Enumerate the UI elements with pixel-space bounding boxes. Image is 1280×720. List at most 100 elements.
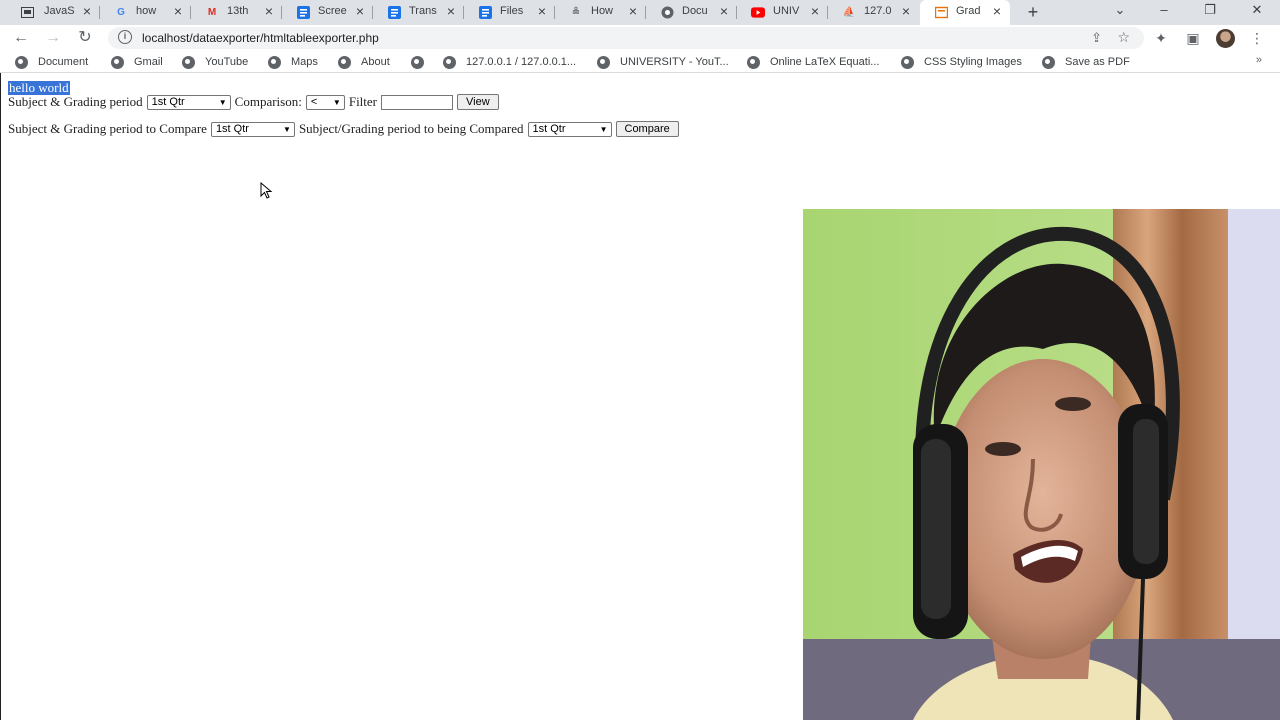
tab-univ[interactable]: UNIV ×	[737, 0, 828, 25]
globe-icon	[15, 55, 28, 69]
tab-files[interactable]: Files ×	[464, 0, 555, 25]
subject-select[interactable]: 1st Qtr ▼	[146, 94, 231, 110]
bookmark-phpmyadmin[interactable]: 127.0.0.1 / 127.0.0.1...	[443, 54, 576, 70]
filter-input[interactable]	[381, 94, 454, 110]
star-icon[interactable]: ☆	[1117, 29, 1130, 46]
close-icon[interactable]: ×	[899, 3, 913, 19]
forward-icon[interactable]: →	[43, 28, 63, 48]
tab-grad[interactable]: Grad ×	[920, 0, 1010, 25]
tab-how-2[interactable]: ≗ How ×	[555, 0, 646, 25]
close-icon[interactable]: ×	[990, 3, 1004, 19]
compare-select[interactable]: 1st Qtr ▼	[210, 121, 295, 137]
close-window-icon[interactable]: ✕	[1247, 2, 1267, 18]
comparison-select[interactable]: < ▼	[305, 94, 345, 110]
side-panel-icon[interactable]: ▣	[1183, 28, 1203, 48]
tab-title: Scree	[318, 5, 347, 17]
tab-title: 127.0	[864, 5, 892, 17]
compared-select-value: 1st Qtr	[532, 123, 566, 135]
close-icon[interactable]: ×	[626, 3, 640, 19]
bookmark-css-images[interactable]: CSS Styling Images	[901, 54, 1022, 70]
bookmark-latex[interactable]: Online LaTeX Equati...	[747, 54, 879, 70]
docs-icon	[478, 5, 492, 19]
bookmark-label: 127.0.0.1 / 127.0.0.1...	[466, 56, 577, 68]
code-icon	[20, 5, 34, 19]
close-icon[interactable]: ×	[353, 3, 367, 19]
google-icon: G	[117, 6, 125, 18]
close-icon[interactable]: ×	[717, 3, 731, 19]
globe-icon	[268, 55, 281, 69]
globe-icon	[660, 5, 674, 19]
bookmark-university[interactable]: UNIVERSITY - YouT...	[597, 54, 729, 70]
globe-icon	[1042, 55, 1055, 69]
extensions-icon[interactable]: ✦	[1151, 28, 1171, 48]
share-icon[interactable]: ⇪	[1091, 30, 1102, 46]
new-tab-button[interactable]: +	[1022, 1, 1044, 23]
tab-title: Files	[500, 5, 524, 17]
subject-label: Subject & Grading period	[8, 94, 143, 109]
bookmark-document[interactable]: Document	[15, 54, 88, 70]
close-icon[interactable]: ×	[80, 3, 94, 19]
filter-row: Subject & Grading period 1st Qtr ▼ Compa…	[8, 94, 499, 110]
subject-select-value: 1st Qtr	[151, 96, 185, 108]
tab-docu[interactable]: Docu ×	[646, 0, 737, 25]
info-icon[interactable]: i	[118, 30, 132, 44]
compare-select-value: 1st Qtr	[215, 123, 249, 135]
tab-127[interactable]: ⛵ 127.0 ×	[828, 0, 919, 25]
minimize-icon[interactable]: –	[1154, 2, 1174, 17]
tab-how[interactable]: G how ×	[100, 0, 191, 25]
docs-icon	[296, 5, 310, 19]
globe-icon	[338, 55, 351, 69]
menu-icon[interactable]: ⋮	[1247, 28, 1267, 48]
comparison-label: Comparison:	[234, 94, 302, 109]
gmail-icon: M	[207, 6, 217, 18]
tab-13th[interactable]: M 13th ×	[191, 0, 282, 25]
tab-trans[interactable]: Trans ×	[373, 0, 464, 25]
close-icon[interactable]: ×	[171, 3, 185, 19]
reload-icon[interactable]: ↻	[75, 28, 95, 48]
tab-title: UNIV	[773, 5, 800, 17]
back-icon[interactable]: ←	[11, 28, 31, 48]
restore-icon[interactable]: ❐	[1200, 2, 1220, 18]
globe-icon	[111, 55, 124, 69]
close-icon[interactable]: ×	[535, 3, 549, 19]
url-text[interactable]: localhost/dataexporter/htmltableexporter…	[142, 31, 379, 45]
chevron-down-icon: ▼	[283, 124, 291, 134]
close-icon[interactable]: ×	[808, 3, 822, 19]
chevron-down-icon: ▼	[599, 124, 608, 134]
compared-select[interactable]: 1st Qtr ▼	[527, 121, 612, 137]
tab-javascript[interactable]: JavaS ×	[0, 0, 100, 25]
globe-icon	[901, 55, 914, 69]
tab-title: How	[591, 5, 614, 17]
bookmark-label: Save as PDF	[1065, 56, 1130, 68]
comparison-select-value: <	[310, 96, 318, 108]
tab-title: Trans	[409, 5, 437, 17]
close-icon[interactable]: ×	[262, 3, 276, 19]
bookmark-maps[interactable]: Maps	[268, 54, 318, 70]
bookmark-label: Online LaTeX Equati...	[770, 56, 880, 68]
tab-title: Grad	[956, 5, 981, 17]
compare-button[interactable]: Compare	[615, 121, 679, 137]
view-button[interactable]: View	[457, 94, 499, 110]
chevron-right-icon[interactable]: »	[1256, 54, 1262, 66]
address-bar[interactable]: i localhost/dataexporter/htmltableexport…	[108, 27, 1144, 49]
browser-toolbar: ← → ↻ i localhost/dataexporter/htmltable…	[0, 25, 1280, 51]
bookmark-label: CSS Styling Images	[924, 56, 1022, 68]
tab-screen[interactable]: Scree ×	[282, 0, 373, 25]
chevron-down-icon: ▼	[218, 97, 227, 107]
tab-search-icon[interactable]: ⌄	[1110, 2, 1130, 18]
presenter-video-image	[803, 209, 1280, 720]
bookmark-label: Document	[38, 56, 89, 68]
globe-icon	[411, 55, 424, 69]
bookmark-label: Gmail	[134, 56, 163, 68]
youtube-icon	[751, 5, 765, 19]
tab-title: 13th	[227, 5, 249, 17]
bookmark-youtube[interactable]: YouTube	[182, 54, 248, 70]
bookmark-label: YouTube	[205, 56, 249, 68]
close-icon[interactable]: ×	[444, 3, 458, 19]
bookmark-save-pdf[interactable]: Save as PDF	[1042, 54, 1130, 70]
bookmark-untitled[interactable]	[411, 54, 434, 70]
avatar[interactable]	[1216, 29, 1235, 48]
tab-strip: JavaS × G how × M 13th × Scree × Trans ×…	[0, 0, 1280, 25]
bookmark-gmail[interactable]: Gmail	[111, 54, 163, 70]
bookmark-about[interactable]: About	[338, 54, 390, 70]
